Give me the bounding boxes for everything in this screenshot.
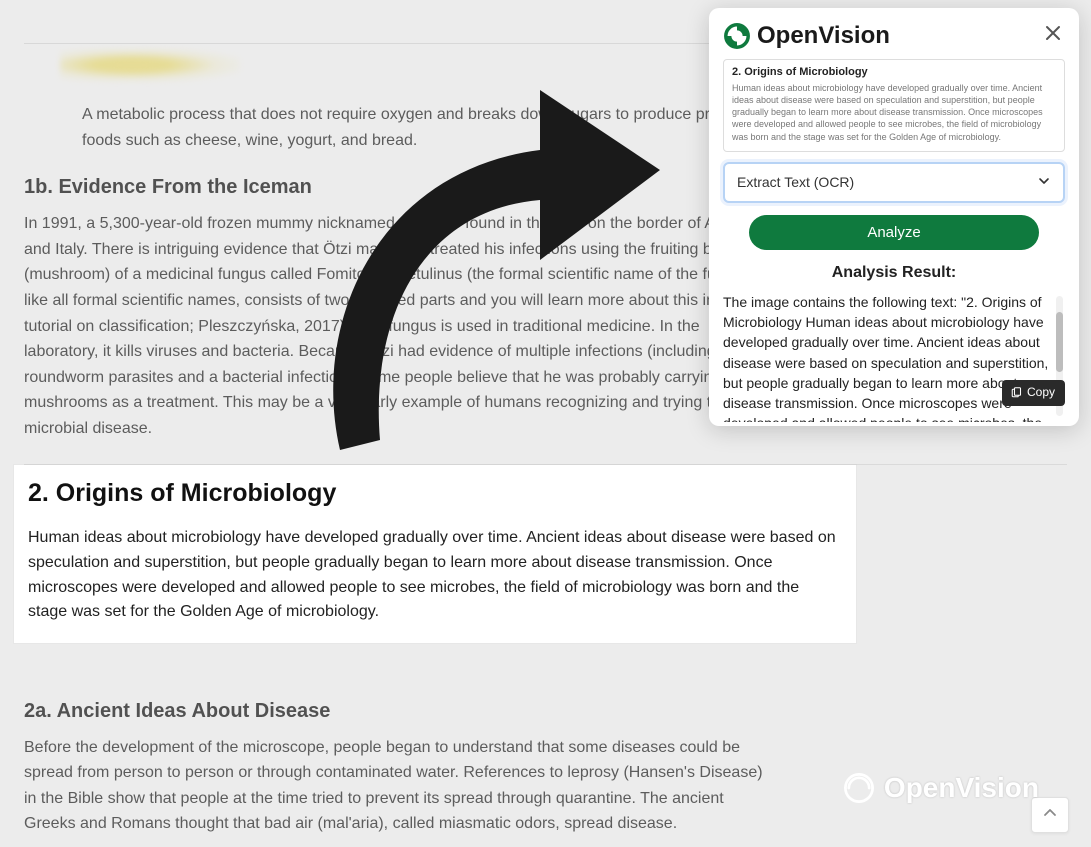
analyze-button[interactable]: Analyze xyxy=(749,215,1039,250)
panel-brand-name: OpenVision xyxy=(757,22,890,50)
scrollbar-thumb[interactable] xyxy=(1056,312,1063,372)
result-text-box[interactable]: The image contains the following text: "… xyxy=(723,292,1065,422)
paragraph-2a-1: Before the development of the microscope… xyxy=(24,735,764,837)
copy-icon xyxy=(1010,387,1022,399)
panel-brand: OpenVision xyxy=(723,22,890,50)
paragraph-1b: In 1991, a 5,300-year-old frozen mummy n… xyxy=(24,211,774,441)
close-button[interactable] xyxy=(1041,20,1065,51)
paragraph-2: Human ideas about microbiology have deve… xyxy=(28,526,838,625)
site-logo-blur xyxy=(60,48,240,82)
chevron-up-icon xyxy=(1042,805,1058,826)
openvision-logo-icon xyxy=(723,22,751,50)
heading-2: 2. Origins of Microbiology xyxy=(28,479,838,508)
chevron-down-icon xyxy=(1037,174,1051,191)
captured-snippet: 2. Origins of Microbiology Human ideas a… xyxy=(723,59,1065,152)
snippet-title: 2. Origins of Microbiology xyxy=(732,66,1056,78)
result-text: The image contains the following text: "… xyxy=(723,294,1048,422)
snippet-body: Human ideas about microbiology have deve… xyxy=(732,82,1056,143)
selection-highlight: 2. Origins of Microbiology Human ideas a… xyxy=(14,465,856,643)
heading-2a: 2a. Ancient Ideas About Disease xyxy=(24,695,1067,727)
copy-button[interactable]: Copy xyxy=(1002,380,1065,405)
openvision-panel: OpenVision 2. Origins of Microbiology Hu… xyxy=(709,8,1079,426)
close-icon xyxy=(1045,25,1061,41)
openvision-watermark: OpenVision xyxy=(842,771,1039,805)
mode-select-value: Extract Text (OCR) xyxy=(737,174,854,190)
mode-select[interactable]: Extract Text (OCR) xyxy=(723,162,1065,203)
result-heading: Analysis Result: xyxy=(723,264,1065,282)
openvision-watermark-icon xyxy=(842,771,876,805)
